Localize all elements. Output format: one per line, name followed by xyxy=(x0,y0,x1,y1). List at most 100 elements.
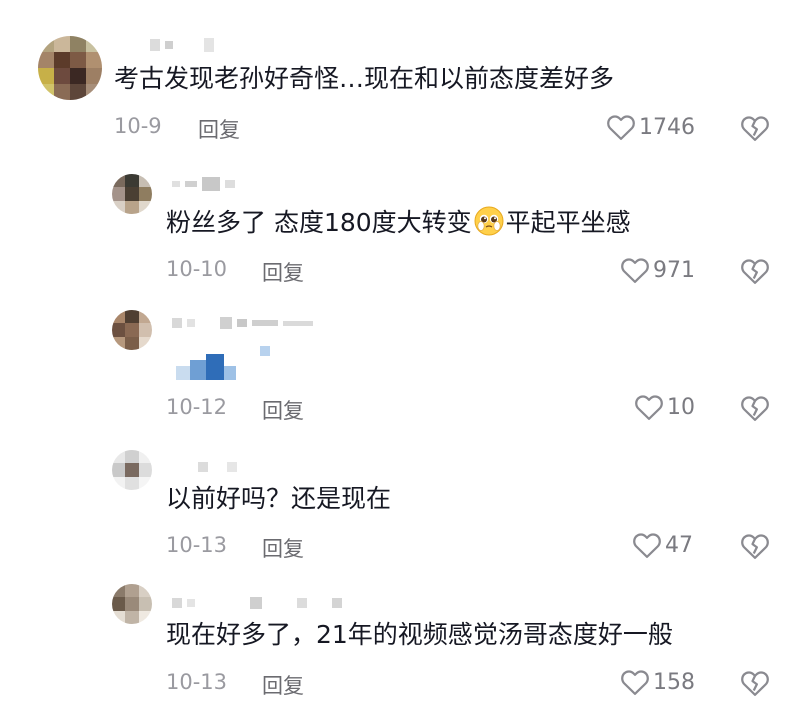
avatar-pixel xyxy=(86,36,102,52)
broken-heart-icon[interactable] xyxy=(740,531,770,561)
comment-text: 考古发现老孙好奇怪…现在和以前态度差好多 xyxy=(114,64,615,93)
like-count: 971 xyxy=(653,257,695,283)
like-button[interactable]: 10 xyxy=(634,392,695,422)
avatar-pixel xyxy=(125,174,139,188)
avatar-pixel xyxy=(112,336,126,350)
reply-button[interactable]: 回复 xyxy=(262,533,304,563)
reply-item: 粉丝多了 态度180度大转变 平起平坐感 10-10 回复 971 xyxy=(0,160,800,300)
avatar-pixel xyxy=(125,336,139,350)
blurred-content xyxy=(176,346,270,380)
avatar-pixel xyxy=(54,52,70,68)
heart-outline-icon xyxy=(621,258,649,283)
like-count: 47 xyxy=(665,532,693,558)
avatar-pixel xyxy=(138,463,152,477)
reply-button[interactable]: 回复 xyxy=(262,395,304,425)
comment-date: 10-12 xyxy=(166,395,228,419)
broken-heart-icon[interactable] xyxy=(740,668,770,698)
comment-text: 以前好吗？还是现在 xyxy=(166,484,392,513)
avatar-pixel xyxy=(70,52,86,68)
comment-item: 考古发现老孙好奇怪…现在和以前态度差好多 10-9 回复 1746 xyxy=(0,0,800,160)
avatar-pixel xyxy=(70,36,86,52)
avatar[interactable] xyxy=(112,584,152,624)
avatar-pixel xyxy=(125,476,139,490)
username[interactable] xyxy=(172,173,235,195)
avatar-pixel xyxy=(38,52,54,68)
avatar-pixel xyxy=(112,463,126,477)
avatar-pixel xyxy=(86,68,102,84)
avatar-pixel xyxy=(86,52,102,68)
avatar[interactable] xyxy=(112,310,152,350)
avatar-pixel xyxy=(138,597,152,611)
comment-date: 10-10 xyxy=(166,257,228,281)
like-button[interactable]: 158 xyxy=(620,667,695,697)
comment-text-part: 粉丝多了 态度180度大转变 xyxy=(166,208,472,237)
avatar-pixel xyxy=(138,476,152,490)
avatar-pixel xyxy=(125,610,139,624)
avatar-pixel xyxy=(138,610,152,624)
heart-outline-icon xyxy=(621,670,649,695)
avatar-pixel xyxy=(138,200,152,214)
avatar-pixel xyxy=(125,463,139,477)
like-button[interactable]: 1746 xyxy=(606,112,695,142)
comment-text: 粉丝多了 态度180度大转变 平起平坐感 xyxy=(166,205,631,240)
avatar-pixel xyxy=(138,174,152,188)
pleading-face-emoji-icon xyxy=(474,206,504,236)
avatar-pixel xyxy=(38,36,54,52)
broken-heart-icon[interactable] xyxy=(740,256,770,286)
avatar-pixel xyxy=(112,310,126,324)
avatar-pixel xyxy=(112,174,126,188)
avatar-pixel xyxy=(112,584,126,598)
avatar-pixel xyxy=(125,323,139,337)
avatar-pixel xyxy=(112,476,126,490)
avatar-pixel xyxy=(138,584,152,598)
avatar-pixel xyxy=(86,84,102,100)
heart-outline-icon xyxy=(635,395,663,420)
like-count: 10 xyxy=(667,394,695,420)
avatar[interactable] xyxy=(112,174,152,214)
avatar-pixel xyxy=(138,336,152,350)
avatar-pixel xyxy=(70,68,86,84)
avatar-pixel xyxy=(38,68,54,84)
avatar-pixel xyxy=(112,200,126,214)
reply-item: 10-12 回复 10 xyxy=(0,300,800,440)
avatar-pixel xyxy=(54,36,70,52)
reply-item: 以前好吗？还是现在 10-13 回复 47 xyxy=(0,440,800,576)
comment-text: 现在好多了，21年的视频感觉汤哥态度好一般 xyxy=(166,620,673,649)
username[interactable] xyxy=(150,34,214,56)
reply-button[interactable]: 回复 xyxy=(262,670,304,700)
avatar-pixel xyxy=(112,450,126,464)
like-count: 1746 xyxy=(639,114,695,140)
avatar-pixel xyxy=(70,84,86,100)
avatar-pixel xyxy=(125,310,139,324)
avatar-pixel xyxy=(125,200,139,214)
avatar-pixel xyxy=(125,187,139,201)
avatar-pixel xyxy=(112,610,126,624)
reply-item: 现在好多了，21年的视频感觉汤哥态度好一般 10-13 回复 158 xyxy=(0,576,800,712)
avatar-pixel xyxy=(125,450,139,464)
reply-button[interactable]: 回复 xyxy=(198,114,240,144)
avatar[interactable] xyxy=(112,450,152,490)
reply-button[interactable]: 回复 xyxy=(262,257,304,287)
avatar-pixel xyxy=(125,597,139,611)
avatar-pixel xyxy=(138,450,152,464)
avatar-pixel xyxy=(112,323,126,337)
avatar-pixel xyxy=(138,187,152,201)
comment-date: 10-13 xyxy=(166,533,228,557)
heart-outline-icon xyxy=(633,533,661,558)
comment-date: 10-9 xyxy=(114,114,162,138)
broken-heart-icon[interactable] xyxy=(740,393,770,423)
avatar[interactable] xyxy=(38,36,102,100)
broken-heart-icon[interactable] xyxy=(740,113,770,143)
username[interactable] xyxy=(198,456,237,478)
avatar-pixel xyxy=(112,187,126,201)
username[interactable] xyxy=(172,592,342,614)
comment-text-part: 平起平坐感 xyxy=(505,208,631,237)
like-button[interactable]: 971 xyxy=(620,255,695,285)
like-button[interactable]: 47 xyxy=(632,530,693,560)
avatar-pixel xyxy=(54,68,70,84)
avatar-pixel xyxy=(54,84,70,100)
like-count: 158 xyxy=(653,669,695,695)
avatar-pixel xyxy=(138,323,152,337)
username[interactable] xyxy=(172,312,313,334)
avatar-pixel xyxy=(38,84,54,100)
